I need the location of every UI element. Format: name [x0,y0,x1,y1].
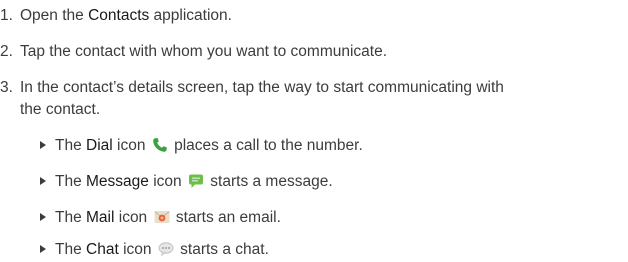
bullet-text: icon [148,173,182,190]
step-number: 3. [0,79,13,96]
bullet-message: The Message icon starts a message. [40,170,333,194]
mail-icon [154,209,170,225]
bullet-text: starts an email. [175,209,281,226]
bullet-mail: The Mail icon starts an email. [40,206,281,230]
chat-icon [158,241,174,257]
step-3-continuation: the contact. [20,101,101,118]
step-text: Tap the contact with whom you want to co… [20,43,388,60]
step-number: 2. [0,43,13,60]
dial-label: Dial [86,137,113,154]
message-label: Message [86,173,149,190]
bullet-text: icon [118,241,152,258]
step-2: 2. Tap the contact with whom you want to … [0,40,387,64]
bullet-text: The [55,241,87,258]
bullet-chat: The Chat icon starts a chat. [40,238,269,262]
bullet-text: icon [114,209,148,226]
message-icon [188,173,204,189]
bullet-text: starts a chat. [180,241,269,258]
bullet-triangle-icon [40,141,46,149]
step-3: 3. In the contact’s details screen, tap t… [0,76,504,100]
bullet-triangle-icon [40,245,46,253]
bullet-text: The [55,209,87,226]
bullet-dial: The Dial icon places a call to the numbe… [40,134,363,158]
step-1: 1. Open the Contacts application. [0,4,232,28]
bullet-triangle-icon [40,213,46,221]
phone-call-icon [152,137,168,153]
bullet-text: starts a message. [210,173,333,190]
bullet-text: The [55,137,87,154]
bullet-triangle-icon [40,177,46,185]
contacts-app-name: Contacts [88,7,150,24]
chat-label: Chat [86,241,119,258]
bullet-text: The [55,173,87,190]
bullet-text: places a call to the number. [174,137,363,154]
bullet-text: icon [112,137,146,154]
step-number: 1. [0,7,13,24]
mail-label: Mail [86,209,115,226]
step-text: In the contact’s details screen, tap the… [20,79,504,96]
step-text: Open the [20,7,89,24]
step-text: application. [149,7,232,24]
